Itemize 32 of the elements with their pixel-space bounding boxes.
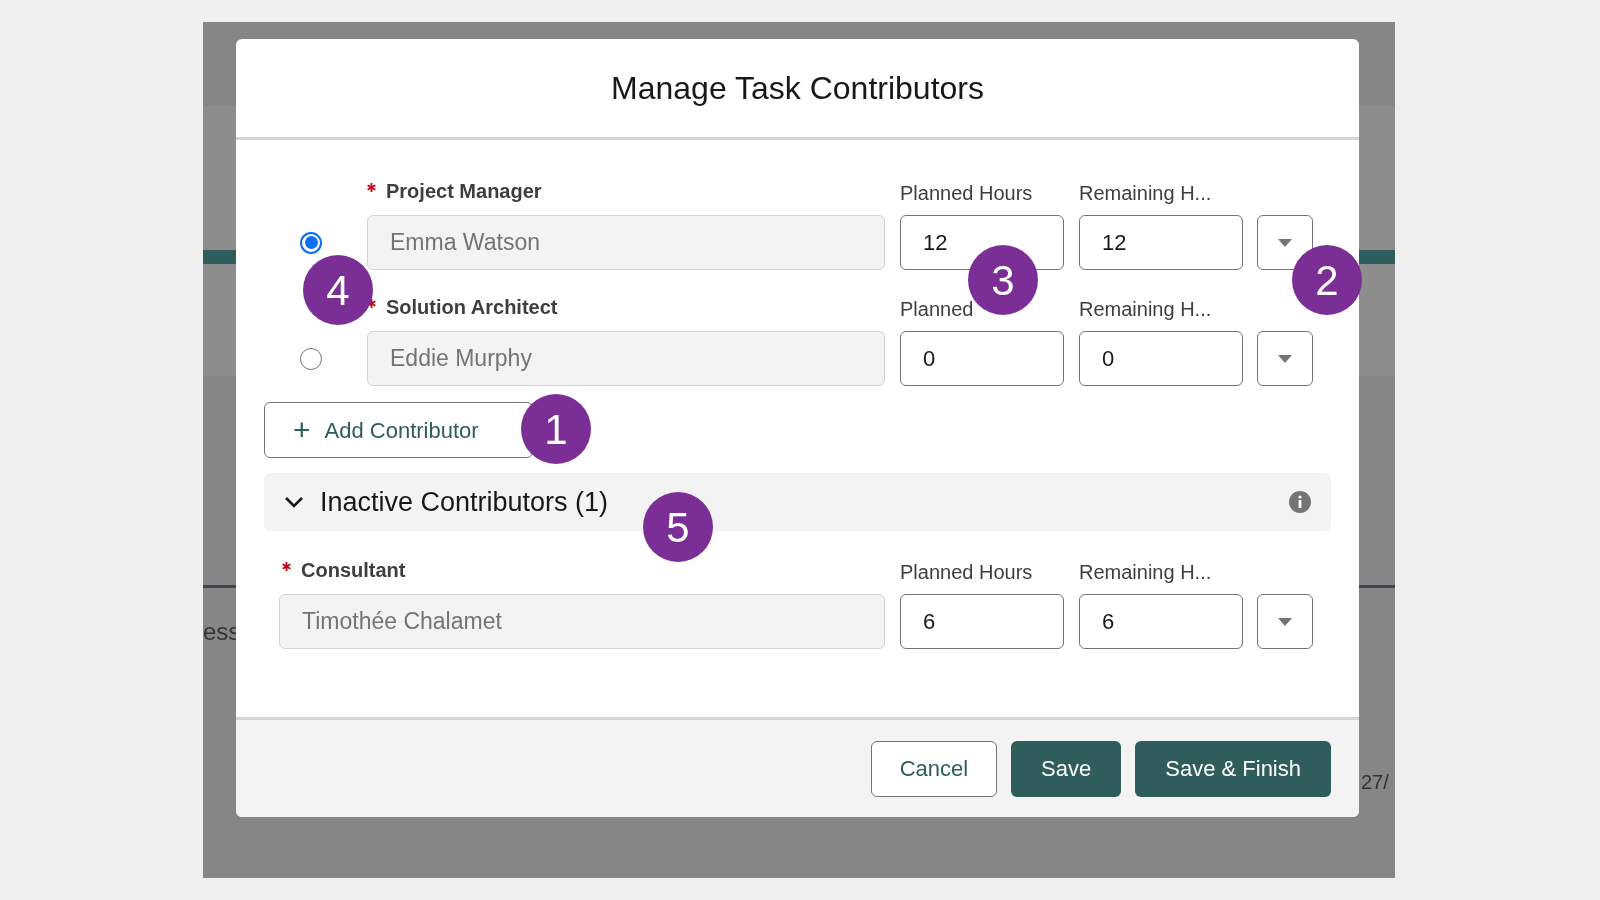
section-title: Inactive Contributors (1)	[320, 485, 610, 519]
remaining-hours-field[interactable]: 12	[1079, 215, 1243, 270]
field-label: Consultant	[301, 557, 406, 583]
remaining-hours-field[interactable]: 6	[1079, 594, 1243, 649]
caret-icon	[1277, 353, 1293, 364]
field-label: Remaining H...	[1079, 298, 1212, 320]
dropdown-button[interactable]	[1257, 215, 1313, 270]
info-icon	[1289, 491, 1311, 513]
footer-button[interactable]: Cancel	[870, 740, 998, 797]
planned-hours-field[interactable]: 0	[900, 331, 1064, 386]
caret-icon	[1277, 237, 1293, 248]
background-text: 27/	[1361, 770, 1389, 795]
name-field: Emma Watson	[367, 215, 885, 270]
dialog-title: Manage Task Contributors	[611, 69, 984, 108]
name-field: Timothée Chalamet	[279, 594, 885, 649]
field-label: Solution Architect	[386, 294, 558, 320]
dropdown-button[interactable]	[1257, 594, 1313, 649]
planned-hours-field[interactable]: 6	[900, 594, 1064, 649]
radio-button[interactable]	[300, 347, 322, 370]
radio-button[interactable]	[300, 231, 322, 254]
remaining-hours-field[interactable]: 0	[1079, 331, 1243, 386]
footer-button[interactable]: Save	[1011, 740, 1122, 797]
name-field: Eddie Murphy	[367, 331, 885, 386]
field-label: Remaining H...	[1079, 561, 1212, 583]
field-label: Remaining H...	[1079, 182, 1212, 204]
caret-icon	[1277, 616, 1293, 627]
footer-button[interactable]: Save & Finish	[1135, 740, 1331, 797]
plus-icon: +	[293, 415, 311, 445]
field-label: Project Manager	[386, 178, 542, 204]
field-label: Planned Hours	[900, 182, 1033, 204]
dropdown-button[interactable]	[1257, 331, 1313, 386]
field-label: Planned Hours	[900, 561, 1033, 583]
